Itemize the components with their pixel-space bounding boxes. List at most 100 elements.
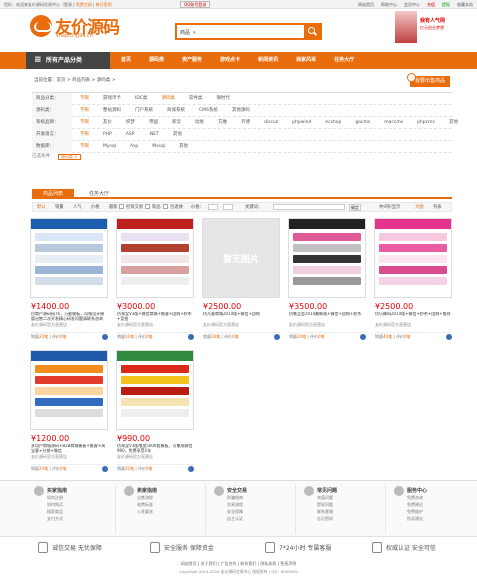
sort-popularity[interactable]: 人气 (73, 204, 82, 210)
product-card[interactable]: ¥3500.00 仿唯品会2014最新版+微信+团购+秒杀 友价源码官方直营店 … (288, 218, 366, 340)
product-image[interactable]: 暂无图片 (202, 218, 280, 298)
filter-option[interactable]: 织梦 (126, 117, 135, 129)
selected-tag[interactable]: 源码类 × (58, 154, 81, 160)
filter-option[interactable]: .NET (148, 129, 158, 141)
help-link[interactable]: 出售流程 (137, 495, 153, 501)
sort-price[interactable]: 价格 (91, 204, 100, 210)
help-link[interactable]: 投诉建议 (407, 516, 423, 522)
help-link[interactable]: 提现问题 (317, 502, 333, 508)
search-button[interactable] (304, 25, 320, 38)
product-card[interactable]: 暂无图片 ¥2500.00 仿凡客商城2014版+微信+团购 友价源码官方直营店… (202, 218, 280, 340)
filter-option[interactable]: 商城系统 (167, 105, 185, 117)
help-link[interactable]: 如何注册 (47, 495, 63, 501)
sell-goods-button[interactable]: 我要出售商品 (407, 73, 450, 87)
product-shop[interactable]: 友价源码官方直营店 (289, 322, 325, 328)
help-link[interactable]: 安全保障 (227, 509, 243, 515)
product-shop[interactable]: 友价源码官方直营店 (31, 454, 67, 460)
product-title[interactable]: 仿淘宝V3版增加5000套模板，可集成微信990，免费享受1年 (117, 444, 194, 453)
nav-source-code[interactable]: 源码类 (140, 52, 173, 69)
filter-option[interactable]: discuz (264, 117, 278, 129)
keyword-input[interactable] (273, 204, 345, 210)
tab-goods-list[interactable]: 商品列表 (32, 189, 74, 199)
view-grid[interactable]: 大图 (415, 204, 424, 210)
product-image[interactable] (116, 218, 194, 298)
help-link[interactable]: 入驻要求 (137, 509, 153, 515)
filter-option[interactable]: 整站源码 (103, 105, 121, 117)
filter-option[interactable]: maccms (384, 117, 403, 129)
product-shop[interactable]: 友价源码官方直营店 (31, 322, 67, 328)
filter-option[interactable]: 软件类 (189, 93, 203, 105)
return-checkbox[interactable] (163, 204, 168, 209)
help-link[interactable]: 联系客服 (317, 509, 333, 515)
filter-option[interactable]: 游戏币卡 (103, 93, 121, 105)
nav-merchants[interactable]: 商家风采 (287, 52, 325, 69)
product-image[interactable] (288, 218, 366, 298)
recharge-link[interactable]: 充值 (427, 2, 435, 8)
help-link[interactable]: 如何购买 (47, 502, 63, 508)
filter-option[interactable]: Mysql (103, 141, 116, 153)
filter-confirm-button[interactable]: 确定 (349, 203, 361, 211)
filter-option[interactable]: CMS系统 (199, 105, 218, 117)
help-link[interactable]: 免费维护 (407, 509, 423, 515)
help-link[interactable]: 忘记密码 (317, 516, 333, 522)
filter-option[interactable]: phpcms (417, 117, 435, 129)
price-max-input[interactable] (223, 204, 233, 210)
filter-option[interactable]: 不限 (80, 141, 89, 153)
product-card[interactable]: ¥990.00 仿淘宝V3版增加5000套模板，可集成微信990，免费享受1年 … (116, 350, 194, 472)
sort-newest[interactable]: 最新 (109, 204, 118, 210)
filter-option[interactable]: 不限 (80, 105, 89, 117)
home-link[interactable]: 网站首页 (358, 2, 374, 8)
product-shop[interactable]: 友价源码官方直营店 (375, 322, 411, 328)
help-link[interactable]: 收费标准 (137, 502, 153, 508)
nav-news[interactable]: 新闻资讯 (249, 52, 287, 69)
help-link[interactable]: 支付方式 (47, 516, 63, 522)
filter-option[interactable]: ecshop (325, 117, 341, 129)
filter-option[interactable]: 源码类 (161, 93, 175, 105)
help-link[interactable]: 交易流程 (227, 502, 243, 508)
favorite-link[interactable]: 收藏本站 (457, 2, 473, 8)
product-card[interactable]: ¥1400.00 仿商户源码网76，万能模板，风格设计模版出售二次开发精心研发问… (30, 218, 108, 340)
filter-option[interactable]: phpwind (292, 117, 311, 129)
help-link[interactable]: 充值问题 (317, 495, 333, 501)
filter-option[interactable]: 友价 (103, 117, 112, 129)
filter-option[interactable]: 帝国 (149, 117, 158, 129)
product-shop[interactable]: 友价源码官方直营店 (117, 322, 153, 328)
filter-option[interactable]: 其他 (173, 129, 182, 141)
filter-option[interactable]: 门户系统 (135, 105, 153, 117)
filter-option[interactable]: 不限 (80, 129, 89, 141)
nav-task-hall[interactable]: 任务大厅 (325, 52, 363, 69)
help-link[interactable]: 免费建议 (407, 502, 423, 508)
view-list[interactable]: 列表 (433, 204, 442, 210)
search-input[interactable] (209, 27, 304, 36)
top-ad-banner[interactable]: 我有人气网 亿元创业梦想 (395, 11, 451, 43)
filter-option[interactable]: 不限 (80, 117, 89, 129)
sort-sales[interactable]: 销量 (55, 204, 64, 210)
filter-option[interactable]: PHP (103, 129, 112, 141)
register-link[interactable]: 免费注册 (76, 2, 92, 7)
member-center-link[interactable]: 会员中心 (404, 2, 420, 8)
product-title[interactable]: 仿乐蜂网2014版+微信+秒杀+团购+推荐 (375, 312, 452, 321)
nav-home[interactable]: 首页 (112, 52, 140, 69)
all-categories-button[interactable]: 所有产品分类 (26, 52, 110, 69)
filter-option[interactable]: 齐博 (241, 117, 250, 129)
product-card[interactable]: ¥1200.00 多用户商城源码+B2B商城模板+推客+淘宝客+分销+微信 友价… (30, 350, 108, 472)
help-link[interactable]: 免费咨询 (407, 495, 423, 501)
filter-option[interactable]: 其他 (179, 141, 188, 153)
filter-option[interactable]: IDC类 (135, 93, 147, 105)
product-image[interactable] (30, 350, 108, 430)
product-title[interactable]: 仿唯品会2014最新版+微信+团购+秒杀 (289, 312, 366, 321)
filter-option[interactable]: gacms (355, 117, 370, 129)
sign-link[interactable]: 每日签到 (96, 2, 112, 7)
filter-option[interactable]: Mssql (152, 141, 165, 153)
help-link[interactable]: 帮助中心 (381, 2, 397, 8)
tab-task-hall[interactable]: 任务大厅 (78, 189, 120, 199)
footer-links[interactable]: 网站首页 | 关于我们 | 广告合作 | 联系我们 | 隐私条款 | 免责声明 (0, 561, 477, 567)
search-category-select[interactable]: 商品 (180, 29, 196, 36)
sort-default[interactable]: 默认 (37, 204, 46, 210)
product-image[interactable] (30, 218, 108, 298)
help-link[interactable]: 店主认证 (227, 516, 243, 522)
filter-option[interactable]: 不限 (80, 93, 89, 105)
withdraw-link[interactable]: 提现 (442, 2, 450, 8)
filter-option[interactable]: Asp (130, 141, 138, 153)
filter-option[interactable]: 其他 (449, 117, 458, 129)
